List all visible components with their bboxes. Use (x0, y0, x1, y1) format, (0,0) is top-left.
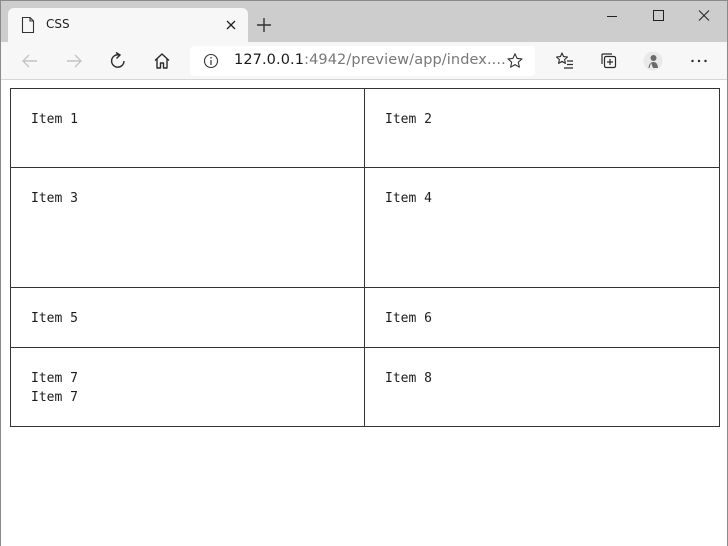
grid-item-5: Item 5 (10, 287, 365, 348)
browser-tab[interactable]: CSS (8, 8, 248, 42)
page-icon (21, 17, 35, 33)
collections-icon[interactable] (599, 51, 619, 71)
page-viewport: Item 1 Item 2 Item 3 Item 4 Item 5 Item … (1, 81, 727, 546)
forward-arrow-icon[interactable] (64, 51, 84, 71)
favorites-list-icon[interactable] (555, 51, 575, 71)
maximize-icon[interactable] (635, 1, 681, 33)
new-tab-icon[interactable] (255, 16, 273, 34)
grid-item-7: Item 7 Item 7 (10, 347, 365, 427)
grid-item-8: Item 8 (364, 347, 720, 427)
grid-item-2: Item 2 (364, 88, 720, 168)
window-close-icon[interactable] (681, 1, 727, 33)
home-icon[interactable] (152, 51, 172, 71)
refresh-icon[interactable] (108, 51, 128, 71)
info-icon[interactable] (203, 53, 219, 69)
url-host: 127.0.0.1 (234, 52, 305, 68)
back-arrow-icon[interactable] (20, 51, 40, 71)
browser-toolbar: 127.0.0.1:4942/preview/app/index.... (1, 42, 727, 80)
tab-title: CSS (46, 17, 70, 31)
star-icon[interactable] (506, 52, 524, 70)
tab-strip: CSS (1, 1, 727, 42)
minimize-icon[interactable] (589, 1, 635, 33)
profile-avatar-icon[interactable] (643, 51, 663, 71)
url-text[interactable]: 127.0.0.1:4942/preview/app/index.... (234, 52, 506, 68)
url-path: :4942/preview/app/index.... (304, 52, 506, 68)
more-icon[interactable] (689, 51, 709, 71)
browser-window: CSS 127.0.0.1:4942/preview/app/index....… (0, 0, 728, 546)
grid-item-4: Item 4 (364, 167, 720, 288)
item-grid: Item 1 Item 2 Item 3 Item 4 Item 5 Item … (10, 88, 720, 427)
grid-item-1: Item 1 (10, 88, 365, 168)
grid-item-6: Item 6 (364, 287, 720, 348)
close-tab-icon[interactable] (224, 18, 238, 32)
grid-item-3: Item 3 (10, 167, 365, 288)
address-bar[interactable]: 127.0.0.1:4942/preview/app/index.... (190, 46, 535, 76)
